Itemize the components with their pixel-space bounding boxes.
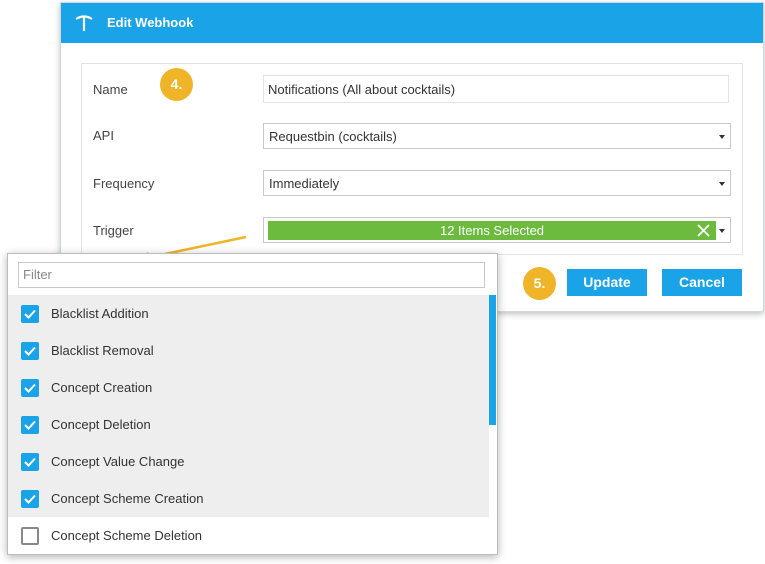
dialog-title: Edit Webhook: [107, 15, 194, 30]
caret-down-icon: [719, 182, 725, 186]
caret-down-icon: [719, 229, 725, 233]
checkbox-checked[interactable]: [21, 490, 39, 508]
checkbox-checked[interactable]: [21, 453, 39, 471]
list-item-label: Concept Deletion: [51, 417, 151, 432]
list-item[interactable]: Concept Deletion: [8, 406, 489, 443]
frequency-value: Immediately: [269, 176, 340, 191]
pickaxe-icon: [75, 15, 93, 31]
list-item-label: Blacklist Removal: [51, 343, 154, 358]
check-icon: [24, 309, 36, 319]
dialog-header: Edit Webhook: [61, 3, 763, 43]
frequency-label: Frequency: [93, 176, 155, 191]
api-label: API: [93, 128, 114, 143]
filter-input[interactable]: Filter: [18, 262, 485, 288]
checkbox-unchecked[interactable]: [21, 527, 39, 545]
step-5-badge: 5.: [523, 267, 556, 300]
check-icon: [24, 494, 36, 504]
name-label: Name: [93, 82, 128, 97]
list-item[interactable]: Concept Creation: [8, 369, 489, 406]
list-item-label: Concept Scheme Creation: [51, 491, 204, 506]
list-item[interactable]: Concept Scheme Creation: [8, 480, 489, 517]
check-icon: [24, 420, 36, 430]
caret-down-icon: [719, 135, 725, 139]
frequency-select[interactable]: Immediately: [263, 170, 731, 196]
update-button[interactable]: Update: [567, 269, 647, 296]
checkbox-checked[interactable]: [21, 379, 39, 397]
scrollbar-thumb[interactable]: [489, 295, 496, 425]
checkbox-checked[interactable]: [21, 416, 39, 434]
trigger-dropdown: Filter Blacklist Addition Blacklist Remo…: [7, 253, 498, 555]
name-field[interactable]: Notifications (All about cocktails): [263, 75, 729, 103]
list-item[interactable]: Blacklist Removal: [8, 332, 489, 369]
check-icon: [24, 457, 36, 467]
trigger-label: Trigger: [93, 223, 134, 238]
api-value: Requestbin (cocktails): [269, 129, 397, 144]
list-item-label: Concept Creation: [51, 380, 153, 395]
trigger-selected-count: 12 Items Selected: [439, 223, 545, 238]
list-item[interactable]: Concept Value Change: [8, 443, 489, 480]
list-item-label: Concept Value Change: [51, 454, 185, 469]
api-select[interactable]: Requestbin (cocktails): [263, 123, 731, 149]
step-4-badge: 4.: [160, 68, 193, 101]
filter-placeholder: Filter: [23, 267, 52, 282]
list-item-label: Concept Scheme Deletion: [51, 528, 203, 543]
checkbox-checked[interactable]: [21, 342, 39, 360]
list-item[interactable]: Blacklist Addition: [8, 295, 489, 332]
trigger-selected-tag: 12 Items Selected: [268, 221, 716, 240]
list-item-label: Blacklist Addition: [51, 306, 149, 321]
trigger-select[interactable]: 12 Items Selected: [263, 217, 731, 243]
check-icon: [24, 346, 36, 356]
checkbox-checked[interactable]: [21, 305, 39, 323]
check-icon: [24, 383, 36, 393]
list-item[interactable]: Concept Scheme Deletion: [8, 517, 489, 554]
close-icon[interactable]: [697, 224, 710, 237]
cancel-button[interactable]: Cancel: [662, 269, 742, 296]
